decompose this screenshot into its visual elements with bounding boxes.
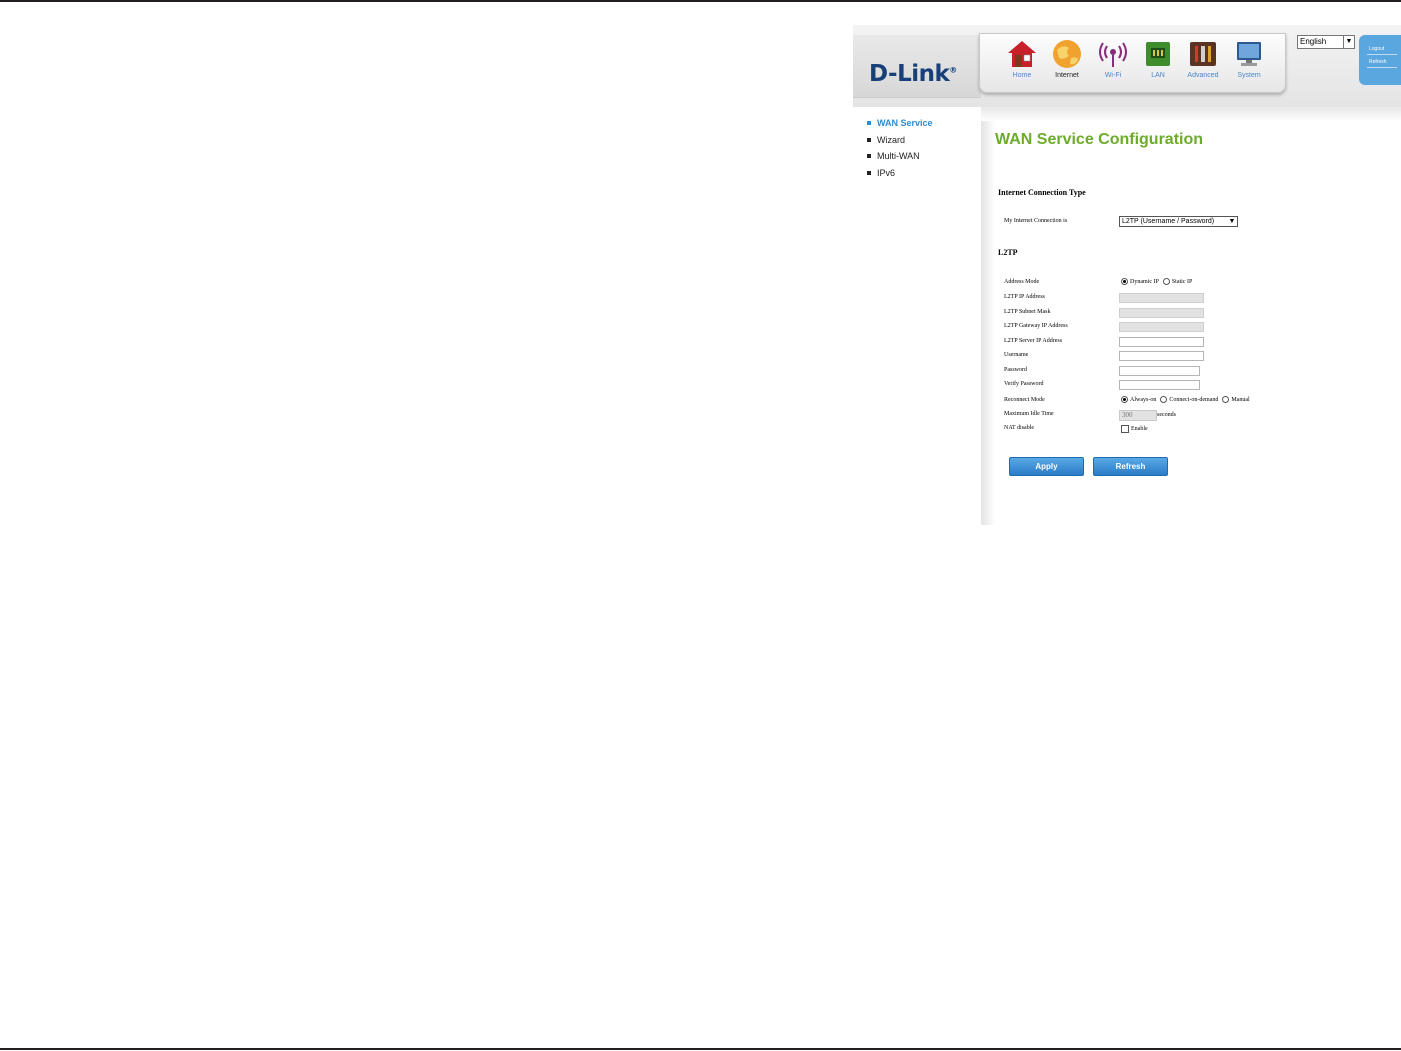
quick-divider (1367, 67, 1397, 68)
sidebar-item-ipv6[interactable]: IPv6 (865, 167, 975, 184)
top-nav: Home Internet Wi-Fi LAN Advanced System (979, 33, 1286, 93)
reconnect-mode-label: Reconnect Mode (1004, 397, 1045, 403)
radio-manual-label: Manual (1231, 396, 1250, 403)
refresh-button[interactable]: Refresh (1093, 457, 1168, 476)
nav-wifi-label: Wi-Fi (1104, 72, 1122, 79)
sidebar-item-multi-wan[interactable]: Multi-WAN (865, 150, 975, 167)
nav-advanced-label: Advanced (1187, 72, 1219, 79)
address-mode-label: Address Mode (1004, 279, 1040, 285)
bullet-icon (867, 137, 871, 142)
section-title-l2tp: L2TP (998, 248, 1018, 257)
radio-dynamic-ip-label: Dynamic IP (1130, 278, 1159, 285)
quick-divider (1367, 54, 1397, 55)
chevron-down-icon: ▼ (1228, 218, 1236, 225)
l2tp-ip-label: L2TP IP Address (1004, 294, 1045, 300)
radio-connect-on-demand[interactable] (1160, 396, 1168, 403)
radio-dynamic-ip[interactable] (1121, 278, 1128, 285)
sidebar: WAN Service Wizard Multi-WAN IPv6 (865, 117, 975, 183)
nav-system-label: System (1237, 72, 1261, 79)
address-mode-options: Dynamic IP Static IP (1121, 278, 1196, 285)
monitor-icon (1237, 42, 1261, 66)
radio-connect-on-demand-label: Connect-on-demand (1169, 396, 1219, 403)
page-title: WAN Service Configuration (995, 131, 1204, 148)
tools-icon (1190, 42, 1216, 66)
username-input[interactable] (1119, 351, 1204, 361)
radio-static-ip-label: Static IP (1171, 278, 1193, 285)
nat-disable-option: Enable (1121, 425, 1152, 433)
connection-type-select[interactable]: L2TP (Username / Password) ▼ (1119, 216, 1238, 227)
reconnect-mode-options: Always-on Connect-on-demand Manual (1121, 396, 1254, 403)
password-input[interactable] (1119, 366, 1200, 376)
sidebar-item-label: Wizard (877, 134, 906, 145)
logo-area: D-Link® (853, 35, 981, 98)
wifi-icon (1099, 42, 1127, 67)
radio-always-on[interactable] (1121, 396, 1128, 403)
main-content: WAN Service Configuration Internet Conne… (981, 107, 1401, 525)
username-label: Username (1004, 352, 1029, 358)
password-label: Password (1004, 367, 1028, 373)
sidebar-item-label: WAN Service (877, 118, 933, 128)
idle-time-unit: seconds (1157, 412, 1176, 418)
radio-manual[interactable] (1222, 396, 1230, 403)
sidebar-item-wizard[interactable]: Wizard (865, 134, 975, 151)
dlink-logo: D-Link® (869, 61, 957, 87)
idle-time-input[interactable]: 300 (1119, 410, 1157, 421)
verify-password-label: Verify Password (1004, 381, 1044, 387)
sidebar-item-label: Multi-WAN (877, 151, 920, 161)
sidebar-item-label: IPv6 (877, 167, 896, 178)
nav-advanced[interactable]: Advanced (1180, 38, 1226, 86)
nav-internet-label: Internet (1055, 72, 1079, 79)
l2tp-server-input[interactable] (1119, 337, 1204, 347)
nav-wifi[interactable]: Wi-Fi (1090, 38, 1136, 86)
globe-icon (1053, 40, 1081, 68)
nav-system[interactable]: System (1226, 38, 1272, 86)
radio-always-on-label: Always-on (1130, 396, 1157, 403)
page-top-rule (0, 0, 1401, 2)
nat-disable-label: NAT disable (1004, 425, 1035, 431)
nav-internet[interactable]: Internet (1044, 38, 1090, 86)
language-value: English (1300, 37, 1327, 46)
lan-icon (1146, 42, 1170, 66)
sidebar-item-wan-service[interactable]: WAN Service (865, 117, 975, 134)
page-bottom-rule (0, 1048, 1401, 1050)
router-ui: D-Link® Home Internet Wi-Fi LAN Advanced… (853, 25, 1401, 525)
nav-home[interactable]: Home (999, 38, 1045, 86)
l2tp-subnet-input[interactable] (1119, 308, 1204, 318)
l2tp-gateway-input[interactable] (1119, 322, 1204, 332)
radio-static-ip[interactable] (1162, 278, 1170, 285)
idle-time-label: Maximum Idle Time (1004, 411, 1054, 417)
language-select[interactable]: English ▼ (1297, 35, 1355, 49)
l2tp-subnet-label: L2TP Subnet Mask (1004, 309, 1051, 315)
nav-lan[interactable]: LAN (1135, 38, 1181, 86)
logout-link[interactable]: Logout (1369, 46, 1384, 52)
l2tp-ip-input[interactable] (1119, 293, 1204, 303)
section-title-connection: Internet Connection Type (998, 188, 1086, 197)
bullet-icon (867, 154, 871, 158)
connection-type-value: L2TP (Username / Password) (1122, 218, 1215, 225)
refresh-link[interactable]: Refresh (1369, 59, 1387, 65)
chevron-down-icon: ▼ (1343, 36, 1354, 48)
bullet-icon (867, 121, 871, 125)
nat-enable-label: Enable (1131, 426, 1148, 432)
content-shade (981, 107, 1401, 121)
bullet-icon (867, 170, 871, 175)
l2tp-server-label: L2TP Server IP Address (1004, 338, 1063, 344)
nat-enable-checkbox[interactable] (1121, 425, 1129, 433)
nav-lan-label: LAN (1151, 72, 1165, 79)
l2tp-gateway-label: L2TP Gateway IP Address (1004, 323, 1068, 329)
quick-panel: Logout Refresh (1359, 35, 1401, 85)
connection-type-label: My Internet Connection is (1004, 218, 1068, 224)
header: D-Link® Home Internet Wi-Fi LAN Advanced… (853, 25, 1401, 107)
apply-button[interactable]: Apply (1009, 457, 1084, 476)
verify-password-input[interactable] (1119, 380, 1200, 390)
home-icon (1008, 41, 1036, 67)
nav-home-label: Home (1012, 72, 1032, 79)
